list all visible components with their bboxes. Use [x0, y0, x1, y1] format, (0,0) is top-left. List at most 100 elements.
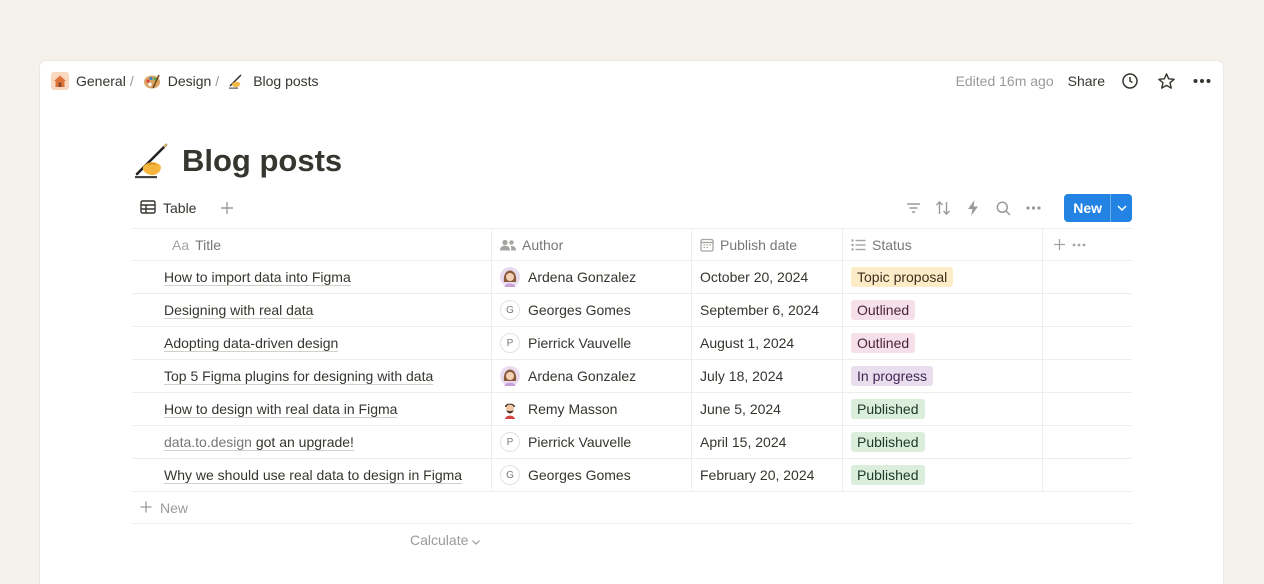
empty-cell[interactable] — [1043, 393, 1132, 425]
sort-icon[interactable] — [932, 197, 954, 219]
people-icon — [500, 239, 516, 251]
title-cell[interactable]: How to design with real data in Figma — [132, 393, 492, 425]
status-cell[interactable]: Published — [843, 426, 1043, 458]
author-name: Pierrick Vauvelle — [528, 434, 632, 450]
status-badge: Published — [851, 432, 925, 452]
table-row[interactable]: Why we should use real data to design in… — [132, 459, 1132, 492]
more-icon[interactable] — [1072, 243, 1086, 247]
table-row[interactable]: Designing with real data G Georges Gomes… — [132, 294, 1132, 327]
author-name: Remy Masson — [528, 401, 618, 417]
publish-date: February 20, 2024 — [700, 467, 815, 483]
title-link[interactable]: data.to.design — [164, 434, 252, 450]
empty-cell[interactable] — [1043, 459, 1132, 491]
clock-icon[interactable] — [1119, 70, 1141, 92]
palette-icon — [142, 71, 162, 91]
post-title[interactable]: Top 5 Figma plugins for designing with d… — [164, 368, 434, 385]
date-cell[interactable]: September 6, 2024 — [692, 294, 843, 326]
star-icon[interactable] — [1155, 70, 1177, 92]
date-cell[interactable]: July 18, 2024 — [692, 360, 843, 392]
chevron-down-icon[interactable] — [472, 532, 481, 548]
title-cell[interactable]: How to import data into Figma — [132, 261, 492, 293]
author-cell[interactable]: P Pierrick Vauvelle — [492, 426, 692, 458]
author-name: Pierrick Vauvelle — [528, 335, 632, 351]
author-cell[interactable]: Ardena Gonzalez — [492, 360, 692, 392]
post-title[interactable]: data.to.design got an upgrade! — [164, 434, 354, 451]
avatar: G — [500, 300, 520, 320]
date-cell[interactable]: April 15, 2024 — [692, 426, 843, 458]
post-title[interactable]: Designing with real data — [164, 302, 314, 319]
more-icon[interactable] — [1022, 197, 1044, 219]
calculate-button[interactable]: Calculate — [410, 532, 468, 548]
author-cell[interactable]: G Georges Gomes — [492, 294, 692, 326]
author-cell[interactable]: P Pierrick Vauvelle — [492, 327, 692, 359]
table-row[interactable]: How to import data into Figma Ardena Gon… — [132, 261, 1132, 294]
table-row[interactable]: data.to.design got an upgrade! P Pierric… — [132, 426, 1132, 459]
filter-icon[interactable] — [902, 197, 924, 219]
date-cell[interactable]: October 20, 2024 — [692, 261, 843, 293]
post-title[interactable]: How to import data into Figma — [164, 269, 351, 286]
add-view-icon[interactable] — [216, 197, 238, 219]
database-table: Aa Title Author Publish date Status How … — [132, 228, 1132, 556]
breadcrumb-design[interactable]: Design — [142, 71, 211, 91]
empty-cell[interactable] — [1043, 426, 1132, 458]
author-cell[interactable]: Ardena Gonzalez — [492, 261, 692, 293]
post-title[interactable]: Adopting data-driven design — [164, 335, 339, 352]
calculate-row: Calculate — [132, 524, 1132, 556]
empty-cell[interactable] — [1043, 360, 1132, 392]
column-header-title[interactable]: Aa Title — [132, 229, 492, 260]
author-name: Georges Gomes — [528, 467, 631, 483]
breadcrumb-general[interactable]: General — [50, 71, 126, 91]
publish-date: June 5, 2024 — [700, 401, 781, 417]
add-row-button[interactable]: New — [132, 492, 1132, 524]
status-cell[interactable]: Outlined — [843, 294, 1043, 326]
title-cell[interactable]: Designing with real data — [132, 294, 492, 326]
new-button[interactable]: New — [1064, 194, 1132, 222]
writing-hand-icon — [134, 143, 172, 179]
plus-icon — [140, 500, 152, 516]
share-button[interactable]: Share — [1068, 73, 1105, 89]
status-cell[interactable]: Published — [843, 459, 1043, 491]
empty-cell[interactable] — [1043, 294, 1132, 326]
more-icon[interactable] — [1191, 70, 1213, 92]
title-cell[interactable]: Adopting data-driven design — [132, 327, 492, 359]
status-badge: Published — [851, 399, 925, 419]
new-button-label[interactable]: New — [1064, 194, 1110, 222]
column-header-label: Publish date — [720, 236, 798, 253]
page-title[interactable]: Blog posts — [134, 143, 342, 179]
breadcrumb-blog-posts[interactable]: Blog posts — [227, 71, 319, 91]
column-header-label: Title — [195, 236, 222, 253]
breadcrumb-label: Blog posts — [253, 73, 319, 89]
title-cell[interactable]: Why we should use real data to design in… — [132, 459, 492, 491]
date-cell[interactable]: February 20, 2024 — [692, 459, 843, 491]
empty-cell[interactable] — [1043, 327, 1132, 359]
tab-table[interactable]: Table — [132, 194, 202, 222]
status-cell[interactable]: Outlined — [843, 327, 1043, 359]
chevron-down-icon[interactable] — [1110, 194, 1132, 222]
post-title[interactable]: How to design with real data in Figma — [164, 401, 398, 418]
status-cell[interactable]: Topic proposal — [843, 261, 1043, 293]
add-column-icon[interactable] — [1053, 238, 1066, 251]
column-header-label: Status — [872, 236, 912, 253]
date-cell[interactable]: August 1, 2024 — [692, 327, 843, 359]
title-cell[interactable]: Top 5 Figma plugins for designing with d… — [132, 360, 492, 392]
post-title[interactable]: Why we should use real data to design in… — [164, 467, 463, 484]
lightning-icon[interactable] — [962, 197, 984, 219]
table-row[interactable]: How to design with real data in Figma Re… — [132, 393, 1132, 426]
column-header-label: Author — [522, 236, 564, 253]
status-cell[interactable]: Published — [843, 393, 1043, 425]
table-row[interactable]: Adopting data-driven design P Pierrick V… — [132, 327, 1132, 360]
search-icon[interactable] — [992, 197, 1014, 219]
view-toolbar: Table New — [132, 194, 1132, 222]
avatar — [500, 267, 520, 287]
column-header-status[interactable]: Status — [843, 229, 1043, 260]
column-header-author[interactable]: Author — [492, 229, 692, 260]
empty-cell[interactable] — [1043, 261, 1132, 293]
author-cell[interactable]: Remy Masson — [492, 393, 692, 425]
date-cell[interactable]: June 5, 2024 — [692, 393, 843, 425]
author-cell[interactable]: G Georges Gomes — [492, 459, 692, 491]
column-header-date[interactable]: Publish date — [692, 229, 843, 260]
status-cell[interactable]: In progress — [843, 360, 1043, 392]
publish-date: April 15, 2024 — [700, 434, 787, 450]
title-cell[interactable]: data.to.design got an upgrade! — [132, 426, 492, 458]
table-row[interactable]: Top 5 Figma plugins for designing with d… — [132, 360, 1132, 393]
